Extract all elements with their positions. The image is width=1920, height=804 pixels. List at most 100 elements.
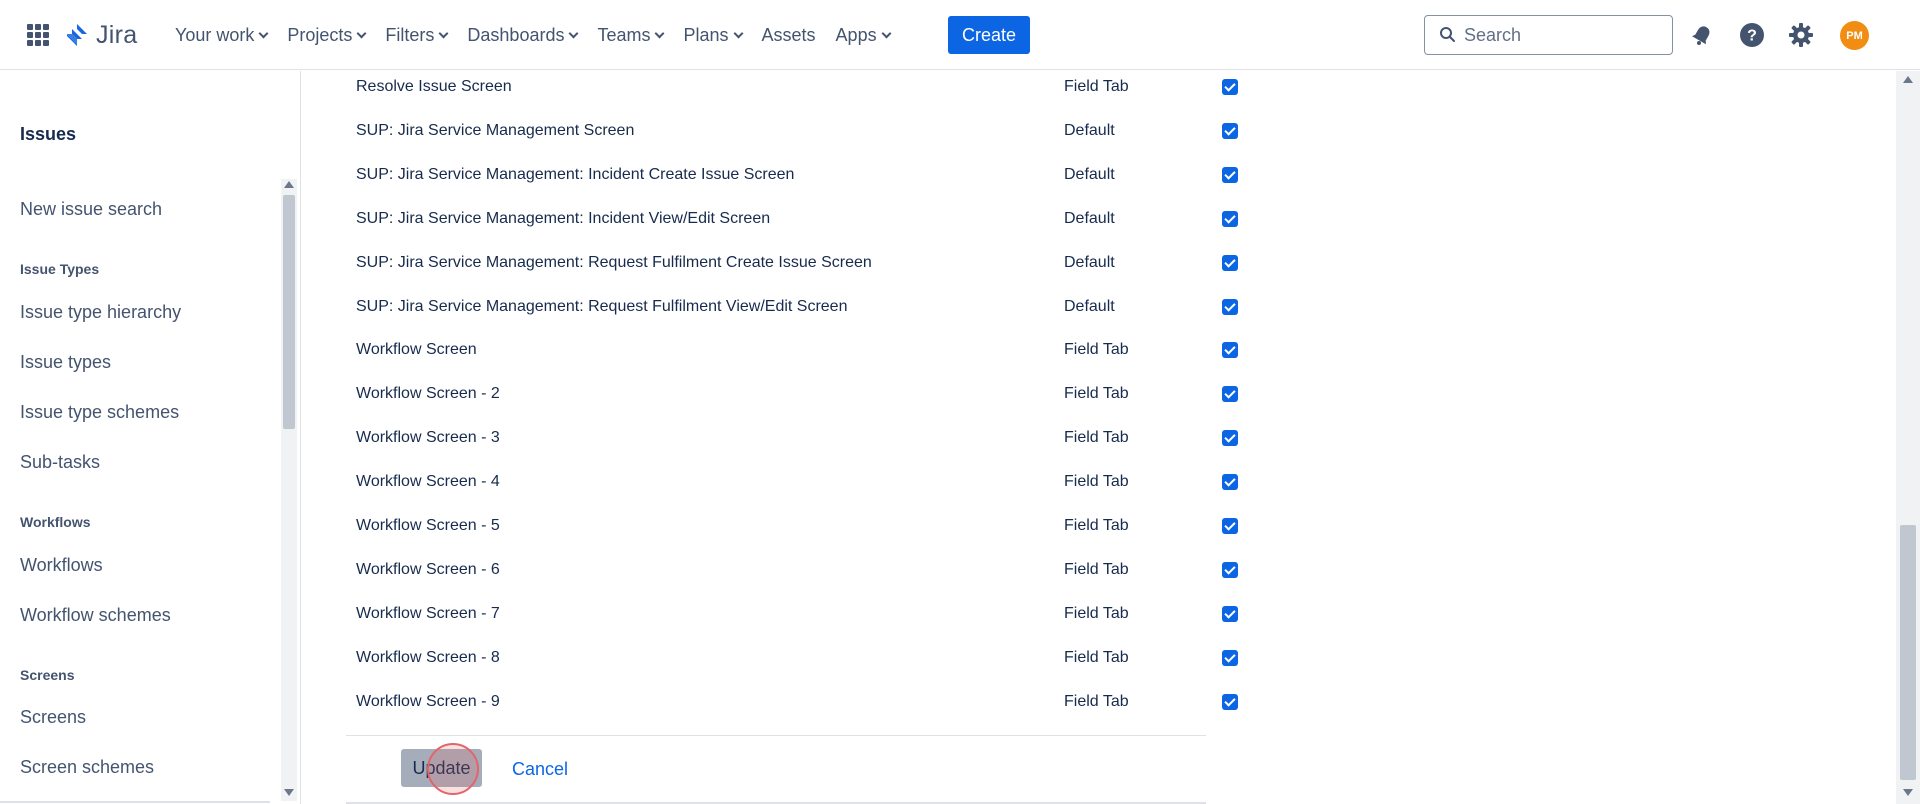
table-row: Workflow Screen - 2 Field Tab	[356, 384, 1238, 428]
screen-name: SUP: Jira Service Management: Incident V…	[356, 209, 771, 227]
table-row: Workflow Screen - 5 Field Tab	[356, 516, 1238, 560]
screen-name: Workflow Screen - 5	[356, 517, 500, 534]
scroll-up-arrow-icon[interactable]	[1903, 76, 1913, 83]
sidebar-section-screens: Screens	[20, 667, 75, 683]
table-row: SUP: Jira Service Management: Request Fu…	[356, 253, 1238, 297]
chevron-down-icon	[569, 28, 579, 38]
screen-tab: Default	[1064, 121, 1115, 139]
nav-dashboards[interactable]: Dashboards	[467, 24, 579, 46]
nav-label: Projects	[287, 24, 353, 45]
table-row: Workflow Screen - 4 Field Tab	[356, 472, 1238, 516]
screen-checkbox[interactable]	[1222, 210, 1238, 227]
screen-tab: Default	[1064, 297, 1115, 315]
chevron-down-icon	[733, 28, 743, 38]
sidebar-item-screens[interactable]: Screens	[20, 707, 86, 728]
screen-checkbox[interactable]	[1222, 254, 1238, 271]
nav-label: Dashboards	[467, 24, 565, 45]
logo-text: Jira	[96, 20, 138, 49]
help-icon[interactable]: ?	[1737, 20, 1767, 50]
jira-logo[interactable]: Jira	[64, 18, 137, 52]
table-row: Workflow Screen Field Tab	[356, 340, 1238, 384]
screen-tab: Field Tab	[1064, 692, 1129, 710]
scroll-down-arrow-icon[interactable]	[1903, 789, 1913, 796]
nav-filters[interactable]: Filters	[385, 24, 449, 46]
screen-checkbox[interactable]	[1222, 79, 1238, 95]
sidebar-item-issue-types[interactable]: Issue types	[20, 352, 111, 373]
screen-tab: Field Tab	[1064, 341, 1129, 359]
notifications-icon[interactable]	[1687, 20, 1717, 50]
screen-checkbox[interactable]	[1222, 518, 1238, 534]
screen-name: Workflow Screen - 9	[356, 692, 500, 710]
cancel-link[interactable]: Cancel	[512, 759, 568, 780]
screen-tab: Field Tab	[1064, 78, 1129, 95]
chevron-down-icon	[356, 28, 367, 38]
screen-name: Workflow Screen - 8	[356, 648, 500, 666]
screen-name: SUP: Jira Service Management Screen	[356, 121, 635, 139]
nav-label: Filters	[385, 24, 435, 45]
table-row: Workflow Screen - 3 Field Tab	[356, 428, 1238, 472]
sidebar-item-screen-schemes[interactable]: Screen schemes	[20, 757, 154, 778]
sidebar-section-issue-types: Issue Types	[20, 261, 100, 277]
screen-name: SUP: Jira Service Management: Request Fu…	[356, 253, 872, 271]
nav-label: Apps	[835, 24, 877, 45]
scroll-up-arrow-icon[interactable]	[284, 181, 294, 188]
nav-label: Plans	[683, 24, 729, 45]
page-scrollbar-thumb[interactable]	[1900, 525, 1916, 780]
screen-checkbox[interactable]	[1222, 298, 1238, 315]
screen-checkbox[interactable]	[1222, 474, 1238, 491]
screen-checkbox[interactable]	[1222, 166, 1238, 183]
screen-tab: Field Tab	[1064, 429, 1129, 447]
sidebar: Issues New issue search Issue Types Issu…	[0, 71, 301, 804]
nav-label: Assets	[761, 24, 816, 45]
screen-checkbox[interactable]	[1222, 342, 1238, 359]
screen-tab: Field Tab	[1064, 385, 1129, 403]
screen-checkbox[interactable]	[1222, 386, 1238, 403]
table-row: Workflow Screen - 7 Field Tab	[356, 604, 1238, 648]
screen-name: Workflow Screen - 7	[356, 604, 500, 622]
screen-checkbox[interactable]	[1222, 649, 1238, 666]
sidebar-item-sub-tasks[interactable]: Sub-tasks	[20, 452, 100, 473]
screen-name: Workflow Screen - 3	[356, 429, 500, 447]
scroll-down-arrow-icon[interactable]	[284, 789, 294, 796]
nav-projects[interactable]: Projects	[287, 24, 367, 46]
sidebar-item-issue-type-schemes[interactable]: Issue type schemes	[20, 402, 179, 423]
sidebar-item-workflows[interactable]: Workflows	[20, 555, 103, 576]
svg-text:?: ?	[1747, 28, 1757, 45]
avatar[interactable]: PM	[1840, 21, 1869, 50]
create-button[interactable]: Create	[948, 16, 1030, 54]
screen-checkbox[interactable]	[1222, 122, 1238, 139]
jira-logo-icon	[67, 24, 87, 46]
table-row: SUP: Jira Service Management Screen Defau…	[356, 121, 1238, 165]
top-navigation: Jira Your work Projects Filters Dashboar…	[0, 0, 1920, 70]
search-field[interactable]	[1424, 15, 1673, 55]
nav-apps[interactable]: Apps	[835, 24, 892, 46]
table-row: SUP: Jira Service Management: Incident C…	[356, 165, 1238, 209]
search-input[interactable]	[1464, 24, 1664, 46]
screen-checkbox[interactable]	[1222, 561, 1238, 578]
screen-checkbox[interactable]	[1222, 605, 1238, 622]
nav-assets[interactable]: Assets	[762, 25, 816, 46]
screen-name: Workflow Screen	[356, 341, 477, 359]
sidebar-heading: Issues	[20, 124, 77, 144]
sidebar-item-new-issue-search[interactable]: New issue search	[20, 199, 162, 220]
screen-name: Workflow Screen - 4	[356, 473, 500, 491]
screen-tab: Field Tab	[1064, 560, 1129, 578]
nav-teams[interactable]: Teams	[597, 24, 665, 46]
screen-tab: Default	[1064, 209, 1115, 227]
screen-name: SUP: Jira Service Management: Request Fu…	[356, 297, 848, 315]
app-switcher-icon[interactable]	[27, 24, 49, 46]
chevron-down-icon	[438, 28, 449, 38]
screen-checkbox[interactable]	[1222, 430, 1238, 447]
nav-your-work[interactable]: Your work	[175, 25, 269, 46]
screen-checkbox[interactable]	[1222, 693, 1238, 710]
nav-plans[interactable]: Plans	[683, 24, 743, 46]
table-row: Resolve Issue Screen Field Tab	[356, 77, 1238, 121]
nav-label: Teams	[597, 24, 651, 45]
table-row: SUP: Jira Service Management: Request Fu…	[356, 297, 1238, 341]
sidebar-item-workflow-schemes[interactable]: Workflow schemes	[20, 605, 171, 626]
chevron-down-icon	[881, 28, 892, 38]
screen-name: Workflow Screen - 2	[356, 385, 500, 403]
sidebar-scrollbar-thumb[interactable]	[283, 195, 295, 429]
sidebar-item-issue-type-hierarchy[interactable]: Issue type hierarchy	[20, 302, 181, 323]
settings-icon[interactable]	[1786, 20, 1816, 50]
